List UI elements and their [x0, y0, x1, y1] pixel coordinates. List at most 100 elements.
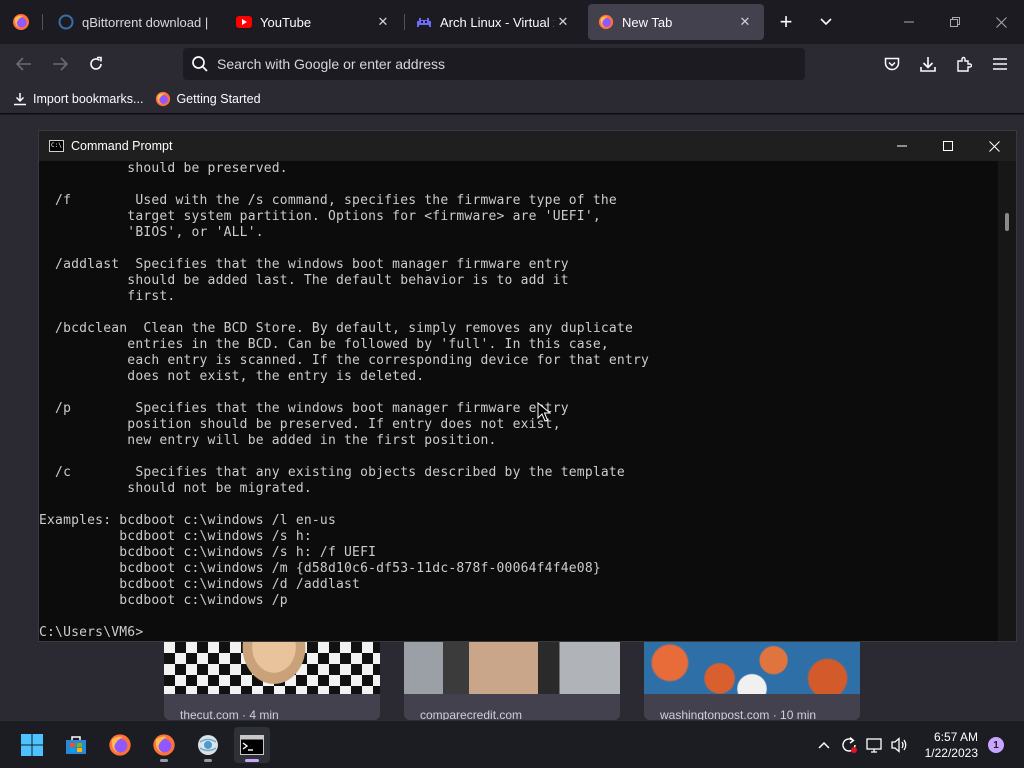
story-thumbnail	[404, 642, 620, 694]
tab-title: New Tab	[622, 14, 673, 30]
close-tab-icon[interactable]: ✕	[374, 13, 392, 31]
browser-minimize-button[interactable]	[886, 0, 932, 44]
tab-title: qBittorrent download |	[82, 14, 209, 30]
extensions-button[interactable]	[948, 48, 980, 80]
address-bar[interactable]: Search with Google or enter address	[183, 48, 805, 80]
command-prompt-window[interactable]: C:\ Command Prompt should be preserved. …	[38, 130, 1017, 642]
tab-separator	[404, 14, 405, 30]
clock-date: 1/22/2023	[924, 746, 978, 760]
firefox-icon	[109, 734, 131, 756]
firefox-running-button[interactable]	[146, 727, 182, 763]
pocket-button[interactable]	[876, 48, 908, 80]
console-output[interactable]: should be preserved. /f Used with the /s…	[39, 161, 999, 641]
cmd-close-button[interactable]	[971, 131, 1017, 161]
story-source: comparecredit.com	[420, 708, 523, 720]
tab-arch-linux[interactable]: Arch Linux - Virtual x86 ✕	[406, 4, 582, 40]
reload-icon	[90, 56, 102, 70]
pocket-story-card[interactable]: thecut.com · 4 min	[164, 642, 380, 720]
console-scrollbar[interactable]	[998, 161, 1016, 641]
taskbar-clock[interactable]: 6:57 AM 1/22/2023	[925, 729, 978, 761]
browser-tab-strip: qBittorrent download | YouTube ✕ Arch Li…	[0, 0, 1024, 44]
scrollbar-thumb[interactable]	[1005, 213, 1009, 231]
network-icon	[866, 738, 882, 753]
tab-title: Arch Linux - Virtual x86	[440, 14, 554, 30]
download-icon	[920, 57, 936, 72]
firefox-icon	[13, 14, 29, 30]
store-icon	[66, 736, 86, 754]
pocket-story-card[interactable]: washingtonpost.com · 10 min	[644, 642, 860, 720]
story-thumbnail	[164, 642, 380, 694]
youtube-icon	[236, 14, 252, 30]
puzzle-piece-icon	[957, 56, 972, 72]
arrow-left-icon	[16, 57, 31, 71]
app-menu-button[interactable]	[984, 48, 1016, 80]
sync-icon	[842, 736, 857, 753]
search-icon	[192, 56, 208, 72]
notification-badge[interactable]: 1	[988, 737, 1004, 753]
browser-restore-button[interactable]	[932, 0, 978, 44]
close-icon	[988, 140, 1000, 152]
bookmark-label: Getting Started	[176, 91, 261, 106]
windows-logo-icon	[21, 734, 43, 756]
mouse-cursor-icon	[537, 402, 551, 422]
story-thumbnail	[644, 642, 860, 694]
tab-youtube[interactable]: YouTube ✕	[226, 4, 402, 40]
start-button[interactable]	[14, 727, 50, 763]
cmd-maximize-button[interactable]	[925, 131, 971, 161]
sync-status-button[interactable]	[838, 721, 860, 768]
network-button[interactable]	[864, 721, 886, 768]
firefox-view-button[interactable]	[0, 0, 42, 44]
new-tab-button[interactable]: +	[768, 4, 804, 40]
terminal-icon: C:\	[49, 140, 64, 152]
running-indicator	[204, 759, 212, 762]
firefox-icon	[155, 91, 171, 107]
console-text: should be preserved. /f Used with the /s…	[39, 161, 650, 640]
active-indicator	[245, 759, 259, 762]
arrow-right-icon	[53, 57, 68, 71]
globe-app-icon	[198, 735, 218, 755]
bookmark-import[interactable]: Import bookmarks...	[12, 91, 143, 107]
volume-button[interactable]	[889, 721, 911, 768]
close-tab-icon[interactable]: ✕	[554, 13, 572, 31]
navigation-toolbar: Search with Google or enter address	[0, 44, 1024, 84]
qbittorrent-icon	[58, 14, 74, 30]
minimize-icon	[897, 145, 907, 147]
tab-qbittorrent[interactable]: qBittorrent download |	[48, 4, 224, 40]
tab-new-tab[interactable]: New Tab ✕	[588, 4, 764, 40]
browser-close-button[interactable]	[978, 0, 1024, 44]
maximize-icon	[943, 141, 953, 151]
story-source: thecut.com · 4 min	[180, 708, 279, 720]
arch-invader-icon	[416, 14, 432, 30]
firefox-icon	[153, 734, 175, 756]
back-button[interactable]	[8, 48, 40, 80]
microsoft-store-button[interactable]	[58, 727, 94, 763]
tab-title: YouTube	[260, 14, 312, 30]
pocket-story-card[interactable]: comparecredit.com	[404, 642, 620, 720]
vm-app-taskbar-button[interactable]	[190, 727, 226, 763]
bookmarks-toolbar: Import bookmarks... Getting Started	[0, 84, 1024, 114]
chevron-up-icon	[818, 741, 830, 749]
chevron-down-icon	[820, 18, 832, 26]
cmd-title-bar[interactable]: C:\ Command Prompt	[39, 131, 1016, 161]
list-all-tabs-button[interactable]	[808, 4, 844, 40]
bookmark-label: Import bookmarks...	[33, 91, 144, 106]
bookmark-getting-started[interactable]: Getting Started	[155, 91, 261, 107]
close-icon	[995, 16, 1007, 28]
downloads-button[interactable]	[912, 48, 944, 80]
windows-taskbar: 6:57 AM 1/22/2023 1	[0, 720, 1024, 768]
minimize-icon	[904, 21, 914, 23]
firefox-taskbar-button[interactable]	[102, 727, 138, 763]
command-prompt-taskbar-button[interactable]	[234, 727, 270, 763]
tab-separator	[42, 14, 43, 30]
terminal-icon	[240, 735, 264, 755]
pocket-icon	[884, 57, 900, 70]
close-tab-icon[interactable]: ✕	[736, 13, 754, 31]
address-bar-placeholder: Search with Google or enter address	[217, 56, 446, 72]
show-hidden-icons-button[interactable]	[814, 721, 834, 768]
reload-button[interactable]	[80, 48, 112, 80]
import-icon	[12, 91, 28, 107]
clock-time: 6:57 AM	[933, 730, 978, 744]
cmd-minimize-button[interactable]	[879, 131, 925, 161]
story-source: washingtonpost.com · 10 min	[660, 708, 817, 720]
forward-button[interactable]	[44, 48, 76, 80]
